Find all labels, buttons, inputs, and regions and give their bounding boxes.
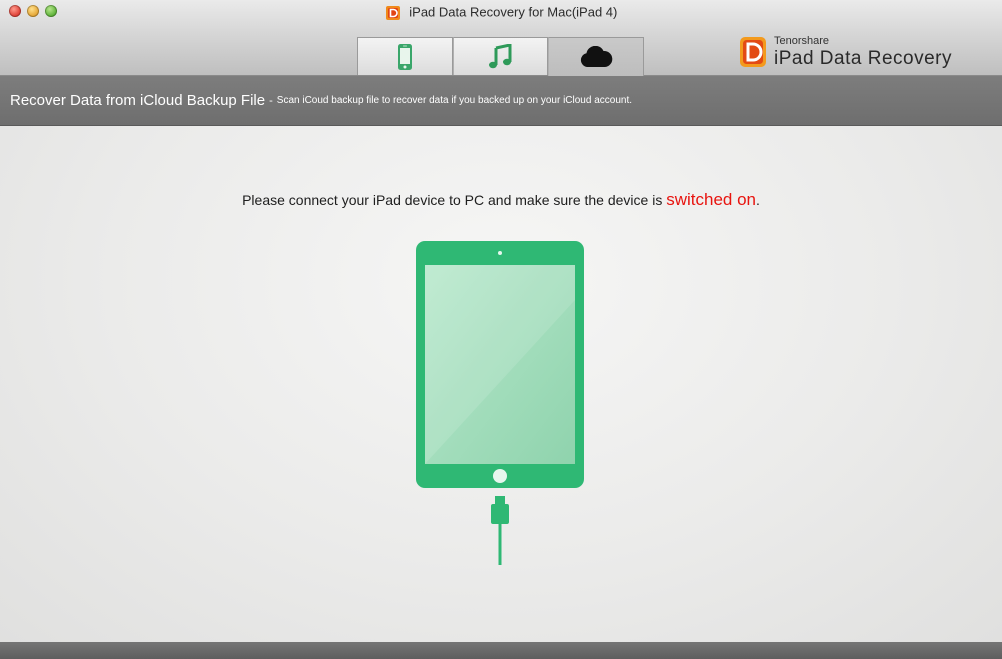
ipad-connect-illustration (416, 241, 584, 565)
music-icon (488, 43, 511, 68)
main-content: Please connect your iPad device to PC an… (0, 126, 1002, 642)
tab-icloud-backup[interactable] (548, 37, 645, 76)
ipad-home-button (493, 469, 507, 483)
instruction-highlight: switched on (666, 190, 756, 209)
window-title-text: iPad Data Recovery for Mac(iPad 4) (409, 4, 618, 20)
section-header: Recover Data from iCloud Backup File - S… (0, 76, 1002, 126)
tab-itunes-backup[interactable] (452, 37, 549, 75)
section-title: Recover Data from iCloud Backup File (10, 92, 266, 109)
mode-tabs (357, 37, 645, 76)
tab-device-recovery[interactable] (357, 37, 453, 75)
app-window: iPad Data Recovery for Mac(iPad 4) D Ten… (0, 0, 1002, 659)
tenorshare-logo-icon: D (738, 35, 766, 67)
brand-product: iPad Data Recovery (774, 48, 952, 69)
cloud-icon (581, 46, 613, 67)
brand-company: Tenorshare (774, 35, 830, 47)
lightning-cable-icon (491, 496, 509, 565)
app-logo-icon (385, 5, 400, 20)
footer-bar (0, 642, 1002, 659)
section-description: Scan iCoud backup file to recover data i… (276, 95, 632, 106)
ipad-camera (498, 251, 502, 255)
window-title: iPad Data Recovery for Mac(iPad 4) (0, 3, 1002, 22)
connect-instruction: Please connect your iPad device to PC an… (0, 190, 1002, 210)
brand-logo: D Tenorshare iPad Data Recovery (738, 32, 952, 72)
instruction-suffix: . (756, 192, 760, 208)
instruction-text: Please connect your iPad device to PC an… (242, 192, 667, 208)
title-bar: iPad Data Recovery for Mac(iPad 4) D Ten… (0, 0, 1002, 76)
section-separator: - (269, 94, 273, 107)
logo-letter: D (738, 35, 739, 36)
device-icon (397, 43, 412, 70)
